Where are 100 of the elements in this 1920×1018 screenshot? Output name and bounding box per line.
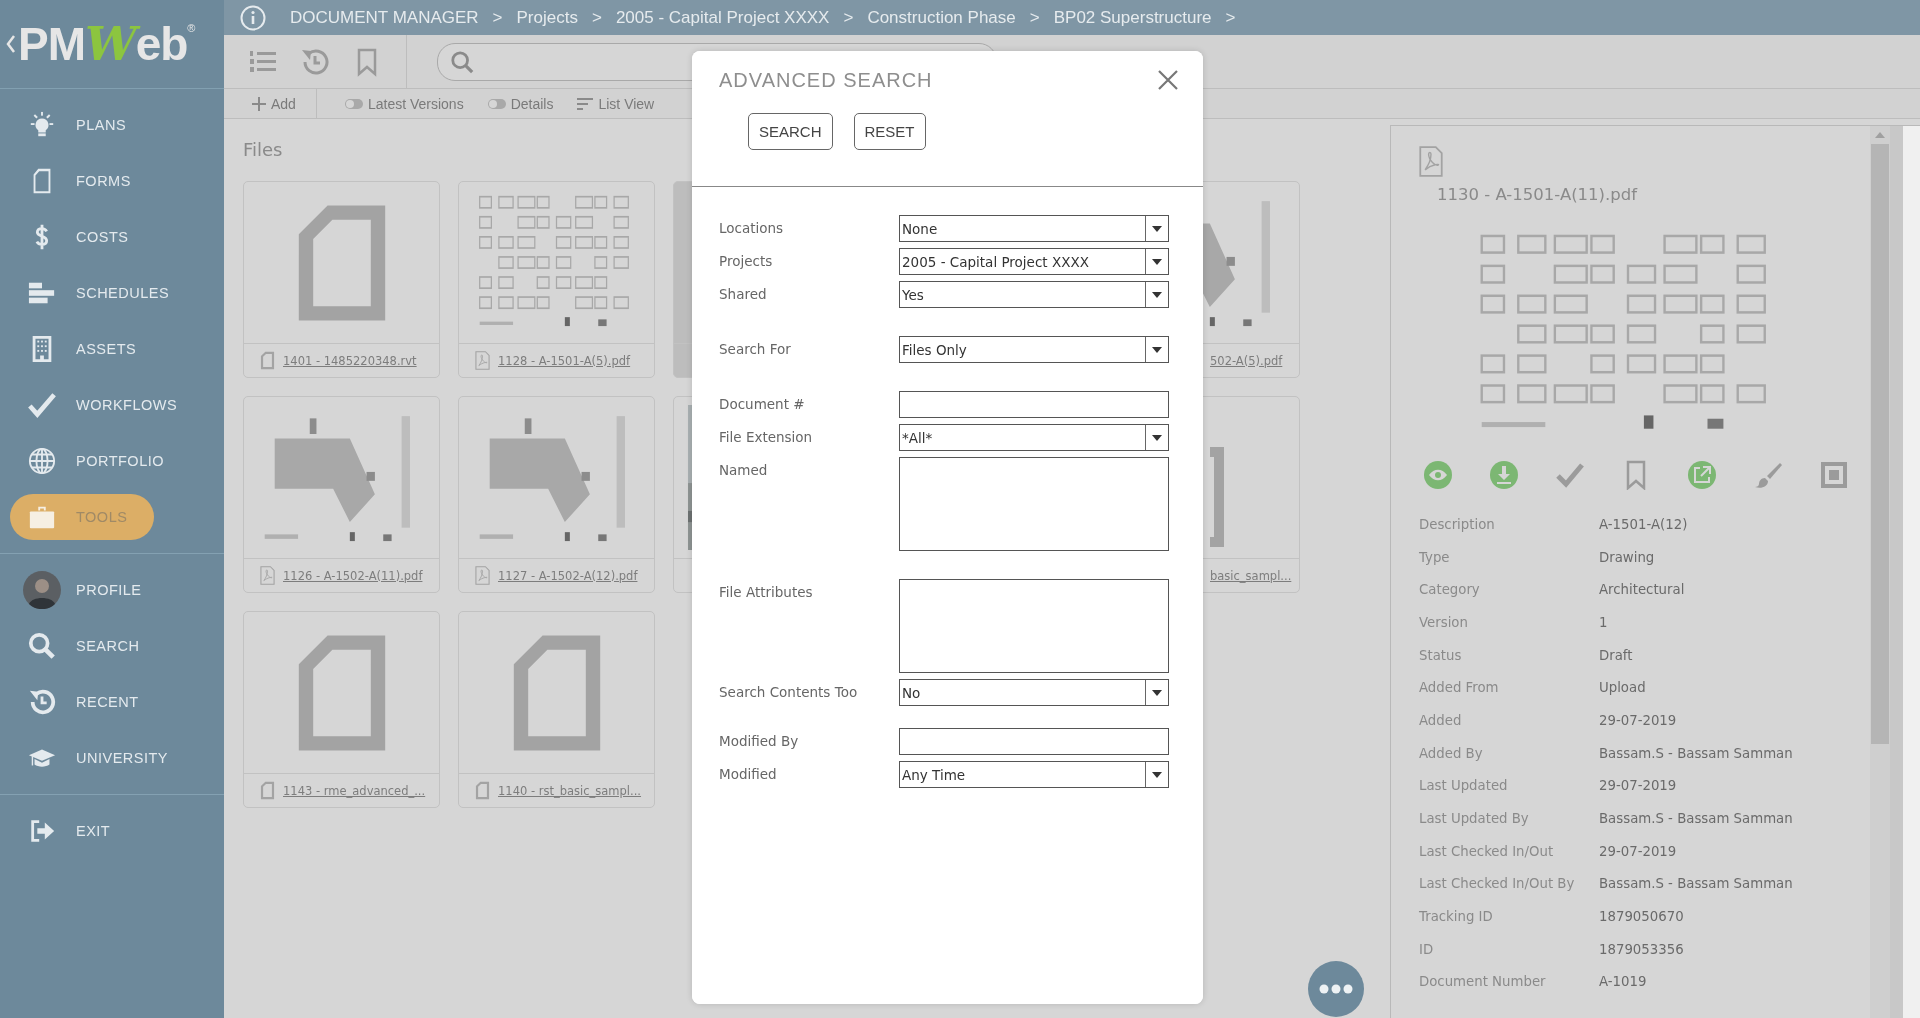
pdf-icon [475,566,490,585]
breadcrumb-link[interactable]: Construction Phase [863,7,1020,28]
list-view-button[interactable]: List View [565,95,667,112]
nav-item[interactable]: UNIVERSITY [10,730,214,786]
file-card[interactable]: 1128 - A-1501-A(5).pdf [458,181,655,378]
dropdown[interactable]: Files Only [899,336,1169,363]
breadcrumb-separator: > [1028,7,1041,28]
field-value: A-1019 [1599,974,1647,990]
nav-item[interactable]: PROFILE [10,562,214,618]
input-field[interactable] [899,391,1169,418]
file-card[interactable]: 1140 - rst_basic_sampl... [458,611,655,808]
nav-item[interactable]: RECENT [10,674,214,730]
input-field[interactable] [899,728,1169,755]
field-label: Type [1419,549,1451,565]
page-scrollbar[interactable] [1890,126,1920,1018]
file-card[interactable]: 1143 - rme_advanced_... [243,611,440,808]
field-value: 29-07-2019 [1599,712,1677,728]
frame-icon[interactable] [1819,460,1849,490]
breadcrumb-link[interactable]: 2005 - Capital Project XXXX [611,7,834,28]
file-link[interactable]: 1401 - 1485220348.rvt [283,353,417,368]
external-link-icon[interactable] [1687,460,1717,490]
file-card[interactable]: 1127 - A-1502-A(12).pdf [458,396,655,593]
dropdown[interactable]: Any Time [899,761,1169,788]
ellipsis-icon [1319,984,1353,994]
file-link[interactable]: 1130 - A-1501-A(11).pdf [1437,185,1638,204]
file-card[interactable]: 1126 - A-1502-A(11).pdf [243,396,440,593]
field-value: Drawing [1599,549,1655,565]
nav-item[interactable]: TOOLS [10,494,154,540]
pdf-icon [260,566,275,585]
nav-item[interactable]: EXIT [10,803,214,859]
field-label: Search Contents Too [719,683,859,702]
info-icon[interactable] [240,4,266,31]
field-label: Modified By [719,732,800,751]
dropdown[interactable]: *All* [899,424,1169,451]
chevron-left-icon[interactable] [6,34,16,54]
field-value: Bassam.S - Bassam Samman [1599,811,1793,827]
dropdown[interactable]: 2005 - Capital Project XXXX [899,248,1169,275]
globe-icon [28,447,56,475]
nav-item[interactable]: COSTS [10,209,214,265]
reset-button[interactable]: RESET [853,113,926,150]
dropdown[interactable]: None [899,215,1169,242]
file-link[interactable]: 1128 - A-1501-A(5).pdf [498,353,631,368]
nav-item[interactable]: SEARCH [10,618,214,674]
toggle[interactable]: Latest Versions [332,95,476,112]
download-icon[interactable] [1489,460,1519,490]
nav-item[interactable]: SCHEDULES [10,265,214,321]
nav-item[interactable]: PLANS [10,97,214,153]
field-value: Architectural [1599,582,1685,598]
file-icon [260,351,275,370]
field-value: 29-07-2019 [1599,778,1677,794]
file-card[interactable]: 1401 - 1485220348.rvt [243,181,440,378]
logo: PMWeb$^{®}$ [18,17,195,71]
field-label: Version [1419,614,1469,630]
caret-icon [1152,689,1162,696]
breadcrumb-link[interactable]: BP02 Superstructure [1049,7,1216,28]
file-link[interactable]: 1140 - rst_basic_sampl... [498,783,641,798]
field-label: Locations [719,219,785,238]
file-icon [475,781,490,800]
field-label: Shared [719,285,768,304]
dropdown[interactable]: No [899,679,1169,706]
file-link[interactable]: 1143 - rme_advanced_... [283,783,426,798]
field-label: Last Checked In/Out [1419,843,1555,859]
nav-item[interactable]: PORTFOLIO [10,433,214,489]
field-value: Upload [1599,680,1646,696]
close-icon[interactable] [1157,69,1179,91]
field-label: ID [1419,941,1435,957]
history-icon [28,688,56,716]
file-link[interactable]: 1127 - A-1502-A(12).pdf [498,568,638,583]
search-icon [28,632,56,660]
text-area[interactable] [899,457,1169,551]
checkmark-icon [28,391,56,419]
toggle[interactable]: Details [475,95,566,112]
field-label: Status [1419,647,1463,663]
search-button[interactable]: SEARCH [748,113,833,150]
file-link[interactable]: 502-A(5).pdf [1210,353,1283,368]
breadcrumb-separator: > [1224,7,1237,28]
avatar [23,571,61,609]
add-button[interactable]: Add [224,89,317,118]
nav-item[interactable]: FORMS [10,153,214,209]
scrollbar[interactable] [1870,126,1890,1018]
pdf-icon [475,351,490,370]
breadcrumb-separator: > [491,7,504,28]
history-icon[interactable] [300,46,330,77]
document-icon [1210,447,1224,547]
file-link[interactable]: basic_sampl... [1210,568,1292,583]
file-link[interactable]: 1126 - A-1502-A(11).pdf [283,568,423,583]
eye-icon[interactable] [1423,460,1453,490]
nav-item[interactable]: ASSETS [10,321,214,377]
sort-icon [577,97,594,110]
scroll-up-icon[interactable] [1875,132,1885,138]
nav-item[interactable]: WORKFLOWS [10,377,214,433]
breadcrumb-link[interactable]: Projects [512,7,582,28]
dialog-title: ADVANCED SEARCH [719,69,933,92]
field-value: 1879053356 [1599,941,1684,957]
field-value: 1879050670 [1599,909,1684,925]
file-icon [260,781,275,800]
breadcrumb-separator: > [590,7,603,28]
dropdown[interactable]: Yes [899,281,1169,308]
text-area[interactable] [899,579,1169,673]
breadcrumb-link[interactable]: DOCUMENT MANAGER [286,7,483,28]
